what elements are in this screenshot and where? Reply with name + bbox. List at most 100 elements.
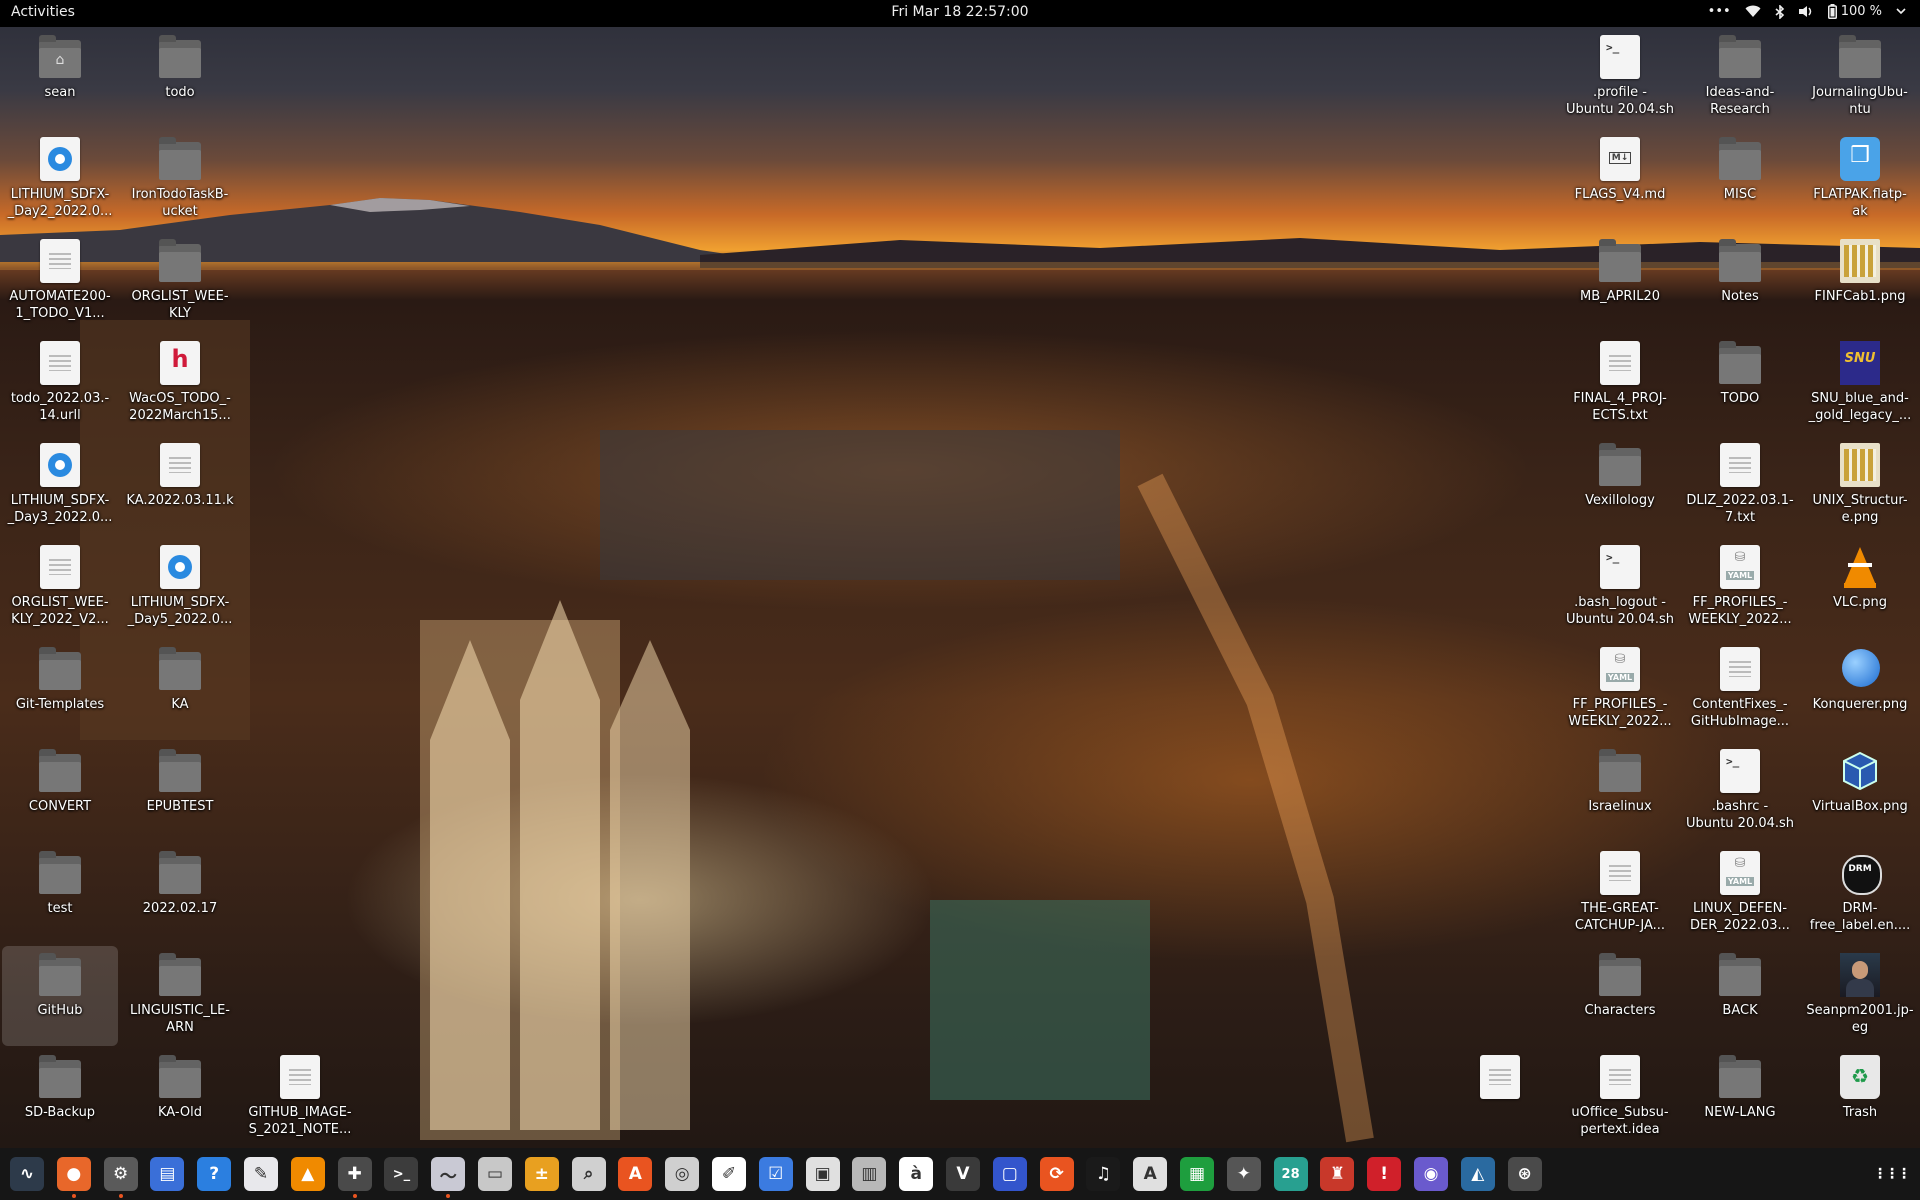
- desktop-item-lithium-sdfx-day2-2022-0[interactable]: LITHIUM_SDFX- _Day2_2022.0...: [2, 130, 118, 230]
- libreoffice-draw-icon[interactable]: ✐: [712, 1157, 746, 1191]
- image-viewer-icon[interactable]: ⌕: [571, 1157, 606, 1191]
- update-manager-icon[interactable]: ⟳: [1039, 1157, 1074, 1191]
- desktop-item-ff-profiles-weekly-2022[interactable]: ⛁ YAML FF_PROFILES_- WEEKLY_2022...: [1562, 640, 1678, 740]
- desktop-item-irontodotaskb-ucket[interactable]: IronTodoTaskB- ucket: [122, 130, 238, 230]
- software-center-icon[interactable]: A: [618, 1157, 653, 1191]
- desktop-item-dliz-2022-03-1-7-txt[interactable]: DLIZ_2022.03.1- 7.txt: [1682, 436, 1798, 536]
- alert-icon[interactable]: !: [1367, 1157, 1402, 1191]
- desktop-item-snu-blue-and-gold-legacy[interactable]: SNU SNU_blue_and- _gold_legacy_...: [1802, 334, 1918, 434]
- calendar-icon[interactable]: 28: [1273, 1157, 1308, 1191]
- desktop-item-ka[interactable]: KA: [122, 640, 238, 740]
- firefox-icon[interactable]: ●: [56, 1157, 91, 1191]
- desktop-item-mb-april20[interactable]: MB_APRIL20: [1562, 232, 1678, 332]
- desktop-item-contentfixes-githubimage[interactable]: ContentFixes_- GitHubImage...: [1682, 640, 1798, 740]
- desktop-item-vlc-png[interactable]: VLC.png: [1802, 538, 1918, 638]
- desktop-item-linguistic-le-arn[interactable]: LINGUISTIC_LE- ARN: [122, 946, 238, 1046]
- desktop-item-unix-structur-e-png[interactable]: UNIX_Structur- e.png: [1802, 436, 1918, 536]
- desktop-item-todo[interactable]: todo: [122, 28, 238, 128]
- desktop-item-github-image-s-2021-note[interactable]: GITHUB_IMAGE- S_2021_NOTE...: [242, 1048, 358, 1148]
- game-icon[interactable]: ♜: [1320, 1157, 1355, 1191]
- desktop-item-label: todo_2022.03.- 14.urll: [10, 391, 110, 423]
- desktop-item-epubtest[interactable]: EPUBTEST: [122, 742, 238, 842]
- desktop-item-new-lang[interactable]: NEW-LANG: [1682, 1048, 1798, 1148]
- disc-icon[interactable]: ◎: [665, 1157, 700, 1191]
- activities-button[interactable]: Activities: [11, 4, 75, 20]
- system-status-area[interactable]: ••• 100 %: [1708, 4, 1906, 19]
- font-viewer-icon[interactable]: à: [899, 1157, 934, 1191]
- desktop-item-israelinux[interactable]: Israelinux: [1562, 742, 1678, 842]
- desktop-item-finfcab1-png[interactable]: FINFCab1.png: [1802, 232, 1918, 332]
- power-menu-chevron-icon[interactable]: [1896, 8, 1906, 15]
- desktop-item-profile-ubuntu-20-04-sh[interactable]: >_ .profile - Ubuntu 20.04.sh: [1562, 28, 1678, 128]
- map-icon[interactable]: ◭: [1460, 1157, 1495, 1191]
- desktop-item-untitled[interactable]: [1442, 1048, 1558, 1148]
- desktop-item-sean[interactable]: ⌂ sean: [2, 28, 118, 128]
- desktop-item-drm-free-label-en[interactable]: DRM DRM- free_label.en....: [1802, 844, 1918, 944]
- desktop-item-test[interactable]: test: [2, 844, 118, 944]
- terminal-icon[interactable]: >_: [384, 1157, 419, 1191]
- screenshot-icon[interactable]: ▣: [805, 1157, 840, 1191]
- desktop-item-notes[interactable]: Notes: [1682, 232, 1798, 332]
- vlc-icon[interactable]: ▲: [290, 1157, 325, 1191]
- todo-icon[interactable]: ☑: [758, 1157, 793, 1191]
- show-applications-grid-icon[interactable]: ⋮⋮⋮: [1873, 1157, 1911, 1191]
- wireless-tool-icon[interactable]: ✦: [1226, 1157, 1261, 1191]
- desktop-item-bashrc-ubuntu-20-04-sh[interactable]: >_ .bashrc - Ubuntu 20.04.sh: [1682, 742, 1798, 842]
- remote-desktop-icon[interactable]: ▢: [992, 1157, 1027, 1191]
- desktop-item-flatpak-flatp-ak[interactable]: ❒ FLATPAK.flatp- ak: [1802, 130, 1918, 230]
- resource-monitor-icon[interactable]: 〜: [431, 1157, 466, 1191]
- desktop-item-the-great-catchup-ja[interactable]: THE-GREAT- CATCHUP-JA...: [1562, 844, 1678, 944]
- desktop-item-ka-old[interactable]: KA-Old: [122, 1048, 238, 1148]
- desktop-item-bash-logout-ubuntu-20-04-sh[interactable]: >_ .bash_logout - Ubuntu 20.04.sh: [1562, 538, 1678, 638]
- desktop-item-lithium-sdfx-day3-2022-0[interactable]: LITHIUM_SDFX- _Day3_2022.0...: [2, 436, 118, 536]
- desktop-item-orglist-wee-kly[interactable]: ORGLIST_WEE- KLY: [122, 232, 238, 332]
- files-icon[interactable]: ▭: [478, 1157, 512, 1191]
- system-monitor-icon[interactable]: ∿: [10, 1157, 44, 1191]
- desktop-item-todo[interactable]: TODO: [1682, 334, 1798, 434]
- desktop-item-lithium-sdfx-day5-2022-0[interactable]: LITHIUM_SDFX- _Day5_2022.0...: [122, 538, 238, 638]
- image-icon: [1840, 443, 1880, 487]
- desktop-item-orglist-wee-kly-2022-v2[interactable]: ORGLIST_WEE- KLY_2022_V2...: [2, 538, 118, 638]
- spreadsheet-icon[interactable]: ▦: [1180, 1157, 1214, 1191]
- calculator-icon[interactable]: ±: [524, 1157, 559, 1191]
- vim-icon[interactable]: V: [946, 1157, 980, 1191]
- desktop-item-trash[interactable]: ♻ Trash: [1802, 1048, 1918, 1148]
- desktop-item-misc[interactable]: MISC: [1682, 130, 1798, 230]
- settings-icon[interactable]: ⚙: [103, 1157, 138, 1191]
- desktop-item-journalingubu-ntu[interactable]: JournalingUbu- ntu: [1802, 28, 1918, 128]
- desktop-item-label: THE-GREAT- CATCHUP-JA...: [1574, 901, 1666, 933]
- desktop-item-seanpm2001-jp-eg[interactable]: Seanpm2001.jp- eg: [1802, 946, 1918, 1046]
- desktop-item-uoffice-subsu-pertext-idea[interactable]: uOffice_Subsu- pertext.idea: [1562, 1048, 1678, 1148]
- desktop-item-wacos-todo-2022march15[interactable]: h WacOS_TODO_- 2022March15...: [122, 334, 238, 434]
- desktop-item-characters[interactable]: Characters: [1562, 946, 1678, 1046]
- music-icon[interactable]: ♫: [1086, 1157, 1121, 1191]
- desktop-item-todo-2022-03-14-urll[interactable]: todo_2022.03.- 14.urll: [2, 334, 118, 434]
- desktop-item-automate200-1-todo-v1[interactable]: AUTOMATE200- 1_TODO_V1...: [2, 232, 118, 332]
- desktop-item-github[interactable]: GitHub: [2, 946, 118, 1046]
- desktop-item-ff-profiles-weekly-2022[interactable]: ⛁ YAML FF_PROFILES_- WEEKLY_2022...: [1682, 538, 1798, 638]
- desktop-item-convert[interactable]: CONVERT: [2, 742, 118, 842]
- desktop-item-flags-v4-md[interactable]: M↓ FLAGS_V4.md: [1562, 130, 1678, 230]
- text-editor-icon[interactable]: ✎: [244, 1157, 278, 1191]
- desktop-item-konquerer-png[interactable]: Konquerer.png: [1802, 640, 1918, 740]
- font-manager-icon[interactable]: A: [1133, 1157, 1168, 1191]
- overflow-menu-icon[interactable]: •••: [1708, 4, 1731, 19]
- desktop-item-sd-backup[interactable]: SD-Backup: [2, 1048, 118, 1148]
- document-viewer-icon[interactable]: ▤: [150, 1157, 185, 1191]
- screen-recorder-icon[interactable]: ◉: [1414, 1157, 1448, 1191]
- desktop-item-linux-defen-der-2022-03[interactable]: ⛁ YAML LINUX_DEFEN- DER_2022.03...: [1682, 844, 1798, 944]
- extensions-icon[interactable]: ✚: [337, 1157, 372, 1191]
- desktop-item-2022-02-17[interactable]: 2022.02.17: [122, 844, 238, 944]
- help-icon[interactable]: ?: [197, 1157, 232, 1191]
- desktop-item-ideas-and-research[interactable]: Ideas-and- Research: [1682, 28, 1798, 128]
- text-file-icon: [160, 443, 200, 487]
- clock-button[interactable]: Fri Mar 18 22:57:00: [891, 4, 1028, 20]
- desktop-item-virtualbox-png[interactable]: VirtualBox.png: [1802, 742, 1918, 842]
- desktop-item-vexillology[interactable]: Vexillology: [1562, 436, 1678, 536]
- desktop-item-git-templates[interactable]: Git-Templates: [2, 640, 118, 740]
- app-center-icon[interactable]: ⊛: [1507, 1157, 1542, 1191]
- desktop-item-back[interactable]: BACK: [1682, 946, 1798, 1046]
- desktop-item-final-4-proj-ects-txt[interactable]: FINAL_4_PROJ- ECTS.txt: [1562, 334, 1678, 434]
- desktop-item-ka-2022-03-11-k[interactable]: KA.2022.03.11.k: [122, 436, 238, 536]
- archive-icon[interactable]: ▥: [852, 1157, 887, 1191]
